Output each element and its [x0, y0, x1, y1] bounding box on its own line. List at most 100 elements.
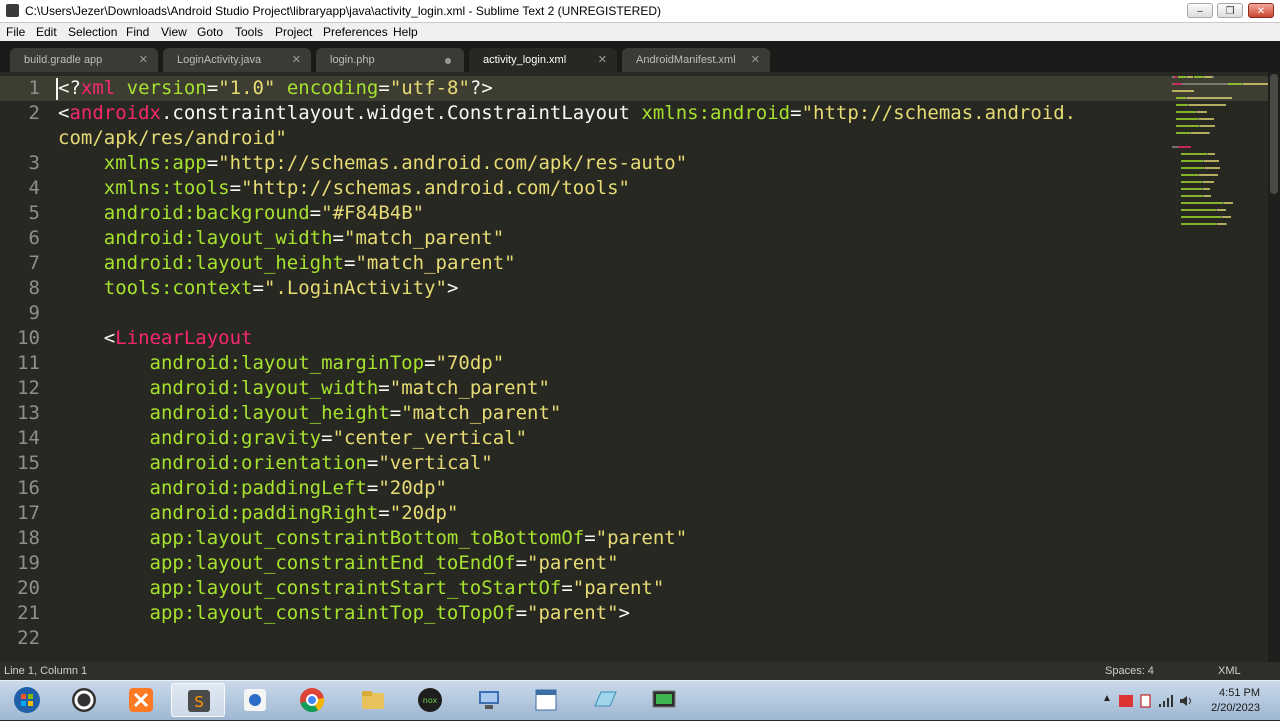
taskbar-sublime-text[interactable]: S: [171, 683, 225, 717]
notepad-window-icon: [535, 689, 557, 711]
minimap-stroke: [1205, 167, 1220, 169]
code-token: <: [58, 327, 116, 349]
clock-time[interactable]: 4:51 PM: [1219, 687, 1260, 699]
menu-help[interactable]: Help: [393, 25, 418, 39]
code-line[interactable]: android:layout_width="match_parent": [58, 376, 550, 401]
tab-build-gradle[interactable]: build.gradle app ✕: [10, 48, 158, 72]
menu-selection[interactable]: Selection: [68, 25, 117, 39]
taskbar-screen-recorder[interactable]: [637, 683, 691, 717]
tab-close-icon[interactable]: ✕: [598, 53, 607, 66]
code-line[interactable]: android:gravity="center_vertical": [58, 426, 528, 451]
tab-close-icon[interactable]: ✕: [292, 53, 301, 66]
indentation-setting[interactable]: Spaces: 4: [1105, 665, 1154, 677]
code-editor[interactable]: 1 <?xml version="1.0" encoding="utf-8"?> 2…: [0, 72, 1268, 662]
code-line[interactable]: app:layout_constraintEnd_toEndOf="parent…: [58, 551, 619, 576]
menu-goto[interactable]: Goto: [197, 25, 223, 39]
tab-modified-dot-icon[interactable]: [445, 58, 451, 64]
menu-edit[interactable]: Edit: [36, 25, 57, 39]
maximize-button[interactable]: ❐: [1217, 3, 1243, 18]
code-line[interactable]: android:paddingLeft="20dp": [58, 476, 447, 501]
window-title: C:\Users\Jezer\Downloads\Android Studio …: [25, 4, 662, 18]
taskbar-nox[interactable]: nox: [403, 683, 457, 717]
scrollbar-thumb[interactable]: [1270, 74, 1278, 194]
taskbar-notepad-window[interactable]: [519, 683, 573, 717]
minimap-stroke: [1203, 188, 1210, 190]
tray-action-center-icon[interactable]: [1138, 693, 1154, 709]
code-token: =: [424, 352, 436, 374]
code-line[interactable]: com/apk/res/android": [58, 126, 287, 151]
minimize-button[interactable]: –: [1187, 3, 1213, 18]
system-tray: ▲ 4:51 PM 2/20/2023: [1080, 681, 1280, 721]
tab-close-icon[interactable]: ✕: [139, 53, 148, 66]
taskbar-monitor[interactable]: [578, 683, 632, 717]
tab-label: login.php: [330, 54, 375, 66]
minimap-stroke: [1174, 76, 1177, 78]
code-line[interactable]: android:layout_marginTop="70dp": [58, 351, 505, 376]
taskbar-ccleaner[interactable]: [57, 683, 111, 717]
code-line[interactable]: android:orientation="vertical": [58, 451, 493, 476]
code-token: ".LoginActivity": [263, 277, 447, 299]
taskbar-explorer[interactable]: [346, 683, 400, 717]
volume-icon[interactable]: [1178, 693, 1194, 709]
menu-view[interactable]: View: [161, 25, 187, 39]
clock-date[interactable]: 2/20/2023: [1211, 702, 1260, 714]
code-line[interactable]: <androidx.constraintlayout.widget.Constr…: [58, 101, 1076, 126]
minimap-stroke: [1182, 83, 1228, 85]
tab-login-php[interactable]: login.php: [316, 48, 464, 72]
minimap-stroke: [1172, 90, 1194, 92]
sublime-text-icon: S: [188, 690, 210, 712]
code-line[interactable]: tools:context=".LoginActivity">: [58, 276, 459, 301]
tray-expand-icon[interactable]: ▲: [1102, 693, 1112, 704]
code-line[interactable]: app:layout_constraintStart_toStartOf="pa…: [58, 576, 665, 601]
syntax-setting[interactable]: XML: [1218, 665, 1241, 677]
code-token: android:layout_marginTop: [149, 352, 425, 374]
code-line[interactable]: android:background="#F84B4B": [58, 201, 424, 226]
minimap[interactable]: [1172, 72, 1268, 242]
tab-activity-login[interactable]: activity_login.xml ✕: [469, 48, 617, 72]
signal-strength-icon[interactable]: [1158, 693, 1174, 709]
cursor-position: Line 1, Column 1: [4, 665, 88, 677]
code-token: "20dp": [378, 477, 447, 499]
menu-project[interactable]: Project: [275, 25, 312, 39]
code-line[interactable]: android:paddingRight="20dp": [58, 501, 459, 526]
minimap-stroke: [1181, 216, 1221, 218]
start-button[interactable]: [0, 683, 54, 717]
menu-tools[interactable]: Tools: [235, 25, 263, 39]
code-line[interactable]: app:layout_constraintBottom_toBottomOf="…: [58, 526, 688, 551]
close-button[interactable]: ✕: [1248, 3, 1274, 18]
code-token: .constraintlayout.widget.ConstraintLayou…: [160, 102, 642, 124]
minimap-stroke: [1191, 132, 1209, 134]
code-token: LinearLayout: [115, 327, 253, 349]
minimap-stroke: [1181, 174, 1198, 176]
code-line[interactable]: xmlns:tools="http://schemas.android.com/…: [58, 176, 630, 201]
menu-file[interactable]: File: [6, 25, 25, 39]
code-line[interactable]: <LinearLayout: [58, 326, 253, 351]
code-line[interactable]: android:layout_width="match_parent": [58, 226, 504, 251]
code-token: tools:context: [103, 277, 253, 299]
code-line[interactable]: xmlns:app="http://schemas.android.com/ap…: [58, 151, 687, 176]
minimap-stroke: [1181, 181, 1202, 183]
taskbar-chrome[interactable]: [285, 683, 339, 717]
taskbar-network[interactable]: [462, 683, 516, 717]
taskbar-xampp[interactable]: [114, 683, 168, 717]
minimap-stroke: [1209, 132, 1210, 134]
code-line[interactable]: <?xml version="1.0" encoding="utf-8"?>: [58, 76, 493, 101]
code-token: "http://schemas.android.: [801, 102, 1077, 124]
code-token: "vertical": [378, 452, 493, 474]
tab-login-activity[interactable]: LoginActivity.java ✕: [163, 48, 311, 72]
code-line[interactable]: android:layout_height="match_parent": [58, 401, 562, 426]
paint-icon: [244, 689, 266, 711]
taskbar-paint[interactable]: [228, 683, 282, 717]
tray-antivirus-icon[interactable]: [1118, 693, 1134, 709]
code-line[interactable]: app:layout_constraintTop_toTopOf="parent…: [58, 601, 630, 626]
menu-find[interactable]: Find: [126, 25, 149, 39]
vertical-scrollbar[interactable]: [1268, 72, 1280, 662]
code-line[interactable]: android:layout_height="match_parent": [58, 251, 516, 276]
tab-android-manifest[interactable]: AndroidManifest.xml ✕: [622, 48, 770, 72]
code-token: com/apk/res/android": [58, 127, 287, 149]
tab-close-icon[interactable]: ✕: [751, 53, 760, 66]
menu-preferences[interactable]: Preferences: [323, 25, 388, 39]
